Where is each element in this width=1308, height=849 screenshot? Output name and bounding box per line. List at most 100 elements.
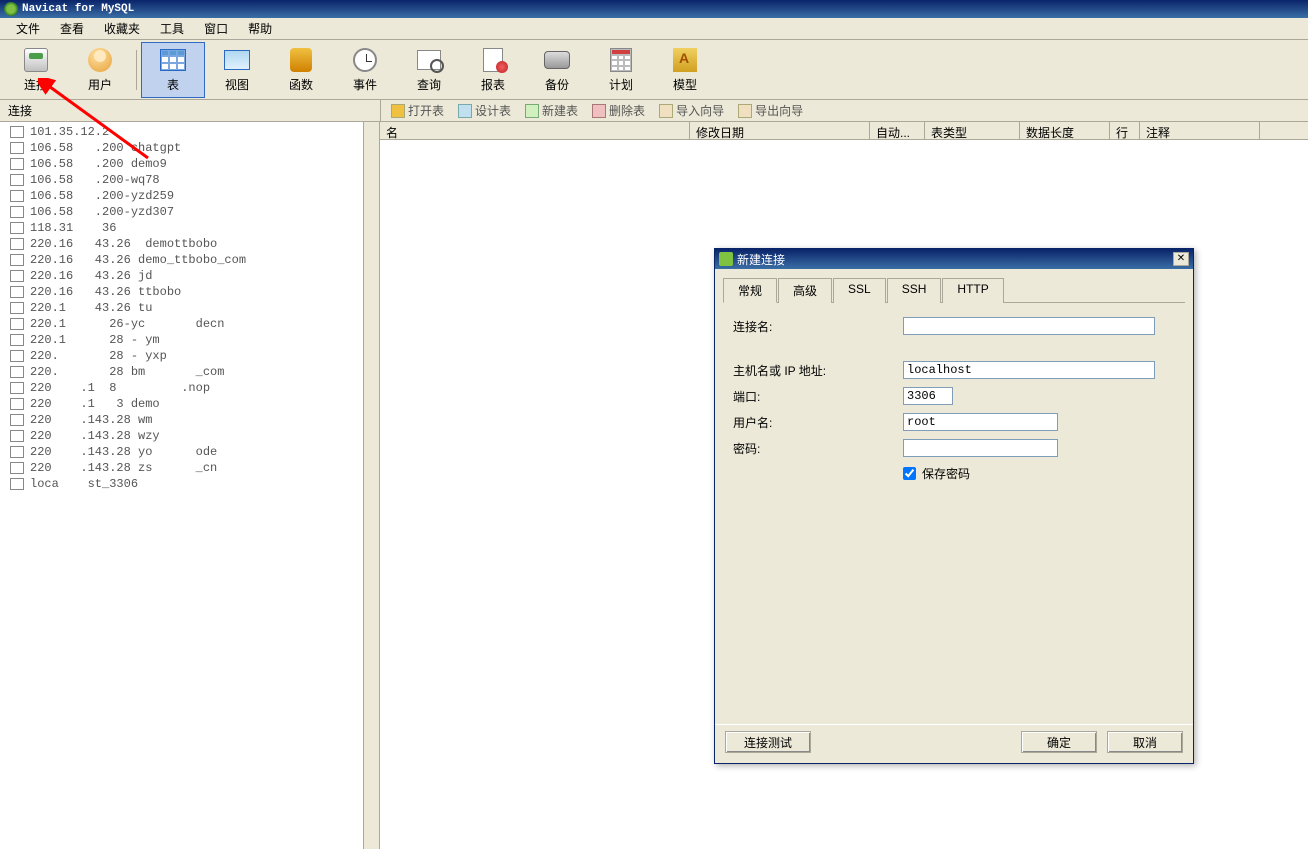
- dialog-close-button[interactable]: ✕: [1173, 252, 1189, 266]
- username-input[interactable]: [903, 413, 1058, 431]
- port-label: 端口:: [733, 388, 903, 405]
- connection-tree-item[interactable]: 106.58 .200 chatgpt: [0, 140, 379, 156]
- connection-tree-item[interactable]: 101.35.12.2: [0, 124, 379, 140]
- toolbar-backup-button[interactable]: 备份: [525, 42, 589, 98]
- connection-item-icon: [10, 206, 24, 218]
- column-header-cell[interactable]: 表类型: [925, 122, 1020, 139]
- menu-help[interactable]: 帮助: [238, 18, 282, 39]
- tab-general[interactable]: 常规: [723, 278, 777, 303]
- connection-item-icon: [10, 126, 24, 138]
- toolbar-table-button[interactable]: 表: [141, 42, 205, 98]
- connection-item-label: 106.58 .200-yzd259: [30, 189, 174, 203]
- menu-view[interactable]: 查看: [50, 18, 94, 39]
- toolbar-view-button[interactable]: 视图: [205, 42, 269, 98]
- column-header-cell[interactable]: 修改日期: [690, 122, 870, 139]
- column-header-cell[interactable]: 注释: [1140, 122, 1260, 139]
- column-header-cell[interactable]: 行: [1110, 122, 1140, 139]
- connection-tree-item[interactable]: 220.1 26-yc decn: [0, 316, 379, 332]
- toolbar-separator: [136, 50, 137, 90]
- connection-panel-header: 连接: [0, 100, 380, 122]
- toolbar-schedule-button[interactable]: 计划: [589, 42, 653, 98]
- dialog-titlebar[interactable]: 新建连接 ✕: [715, 249, 1193, 269]
- delete-table-button[interactable]: 删除表: [586, 102, 651, 119]
- connection-tree-item[interactable]: 220.16 43.26 ttbobo: [0, 284, 379, 300]
- toolbar-connection-button[interactable]: 连接: [4, 42, 68, 98]
- column-header-cell[interactable]: 名: [380, 122, 690, 139]
- connection-item-label: 220 .143.28 wm: [30, 413, 152, 427]
- connection-item-icon: [10, 414, 24, 426]
- password-label: 密码:: [733, 440, 903, 457]
- toolbar-user-button[interactable]: 用户: [68, 42, 132, 98]
- connection-item-icon: [10, 478, 24, 490]
- design-table-button[interactable]: 设计表: [452, 102, 517, 119]
- open-table-button[interactable]: 打开表: [385, 102, 450, 119]
- column-header-cell[interactable]: 自动...: [870, 122, 925, 139]
- connection-tree-item[interactable]: 220.1 28 - ym: [0, 332, 379, 348]
- connection-tree-item[interactable]: 220. 28 bm _com: [0, 364, 379, 380]
- connection-item-label: 106.58 .200-wq78: [30, 173, 160, 187]
- connection-tree-item[interactable]: 220 .143.28 zs _cn: [0, 460, 379, 476]
- connection-tree-item[interactable]: 220.16 43.26 jd: [0, 268, 379, 284]
- connection-name-label: 连接名:: [733, 318, 903, 335]
- tab-advanced[interactable]: 高级: [778, 278, 832, 303]
- ok-button[interactable]: 确定: [1021, 731, 1097, 753]
- connection-item-icon: [10, 398, 24, 410]
- backup-icon: [544, 51, 570, 69]
- column-header-cell[interactable]: 数据长度: [1020, 122, 1110, 139]
- tab-ssh[interactable]: SSH: [887, 278, 942, 303]
- sidebar-scrollbar[interactable]: [363, 122, 379, 849]
- import-icon: [659, 104, 673, 118]
- schedule-icon: [610, 48, 632, 72]
- connection-tree-item[interactable]: 220.1 43.26 tu: [0, 300, 379, 316]
- connection-tree-item[interactable]: 220 .143.28 yo ode: [0, 444, 379, 460]
- connection-tree-item[interactable]: 220 .1 8 .nop: [0, 380, 379, 396]
- menu-tools[interactable]: 工具: [150, 18, 194, 39]
- port-input[interactable]: [903, 387, 953, 405]
- test-connection-button[interactable]: 连接测试: [725, 731, 811, 753]
- connection-tree-item[interactable]: 220.16 43.26 demo_ttbobo_com: [0, 252, 379, 268]
- connection-tree-item[interactable]: 118.31 36: [0, 220, 379, 236]
- import-wizard-button[interactable]: 导入向导: [653, 102, 730, 119]
- app-title: Navicat for MySQL: [22, 3, 134, 15]
- tab-http[interactable]: HTTP: [942, 278, 1003, 303]
- connection-item-label: 106.58 .200 chatgpt: [30, 141, 181, 155]
- toolbar-function-button[interactable]: 函数: [269, 42, 333, 98]
- cancel-button[interactable]: 取消: [1107, 731, 1183, 753]
- menu-window[interactable]: 窗口: [194, 18, 238, 39]
- toolbar-model-button[interactable]: 模型: [653, 42, 717, 98]
- toolbar-event-button[interactable]: 事件: [333, 42, 397, 98]
- connection-tree-item[interactable]: 106.58 .200 demo9: [0, 156, 379, 172]
- connection-tree-item[interactable]: 220 .143.28 wzy: [0, 428, 379, 444]
- connection-item-icon: [10, 462, 24, 474]
- connection-tree-item[interactable]: loca st_3306: [0, 476, 379, 492]
- toolbar-report-button[interactable]: 报表: [461, 42, 525, 98]
- connection-item-label: 220 .143.28 yo ode: [30, 445, 217, 459]
- save-password-checkbox[interactable]: [903, 467, 916, 480]
- host-input[interactable]: [903, 361, 1155, 379]
- menu-file[interactable]: 文件: [6, 18, 50, 39]
- connection-tree-item[interactable]: 220.16 43.26 demottbobo: [0, 236, 379, 252]
- toolbar-query-button[interactable]: 查询: [397, 42, 461, 98]
- connection-tree-item[interactable]: 106.58 .200-wq78: [0, 172, 379, 188]
- connection-item-icon: [10, 174, 24, 186]
- connection-tree-item[interactable]: 220 .143.28 wm: [0, 412, 379, 428]
- table-actions-bar: 打开表 设计表 新建表 删除表 导入向导 导出向导: [380, 100, 1308, 122]
- connection-item-icon: [10, 430, 24, 442]
- connection-item-label: 106.58 .200 demo9: [30, 157, 167, 171]
- menu-fav[interactable]: 收藏夹: [94, 18, 150, 39]
- connection-tree-item[interactable]: 106.58 .200-yzd307: [0, 204, 379, 220]
- new-table-button[interactable]: 新建表: [519, 102, 584, 119]
- connection-item-label: 220. 28 bm _com: [30, 365, 224, 379]
- tab-ssl[interactable]: SSL: [833, 278, 886, 303]
- export-wizard-button[interactable]: 导出向导: [732, 102, 809, 119]
- connection-name-input[interactable]: [903, 317, 1155, 335]
- connection-item-label: 118.31 36: [30, 221, 116, 235]
- connection-item-label: 220.16 43.26 demo_ttbobo_com: [30, 253, 246, 267]
- connection-tree-item[interactable]: 220. 28 - yxp: [0, 348, 379, 364]
- password-input[interactable]: [903, 439, 1058, 457]
- connection-tree-item[interactable]: 220 .1 3 demo: [0, 396, 379, 412]
- connection-item-icon: [10, 382, 24, 394]
- connection-item-icon: [10, 350, 24, 362]
- connection-tree-item[interactable]: 106.58 .200-yzd259: [0, 188, 379, 204]
- connection-item-icon: [10, 334, 24, 346]
